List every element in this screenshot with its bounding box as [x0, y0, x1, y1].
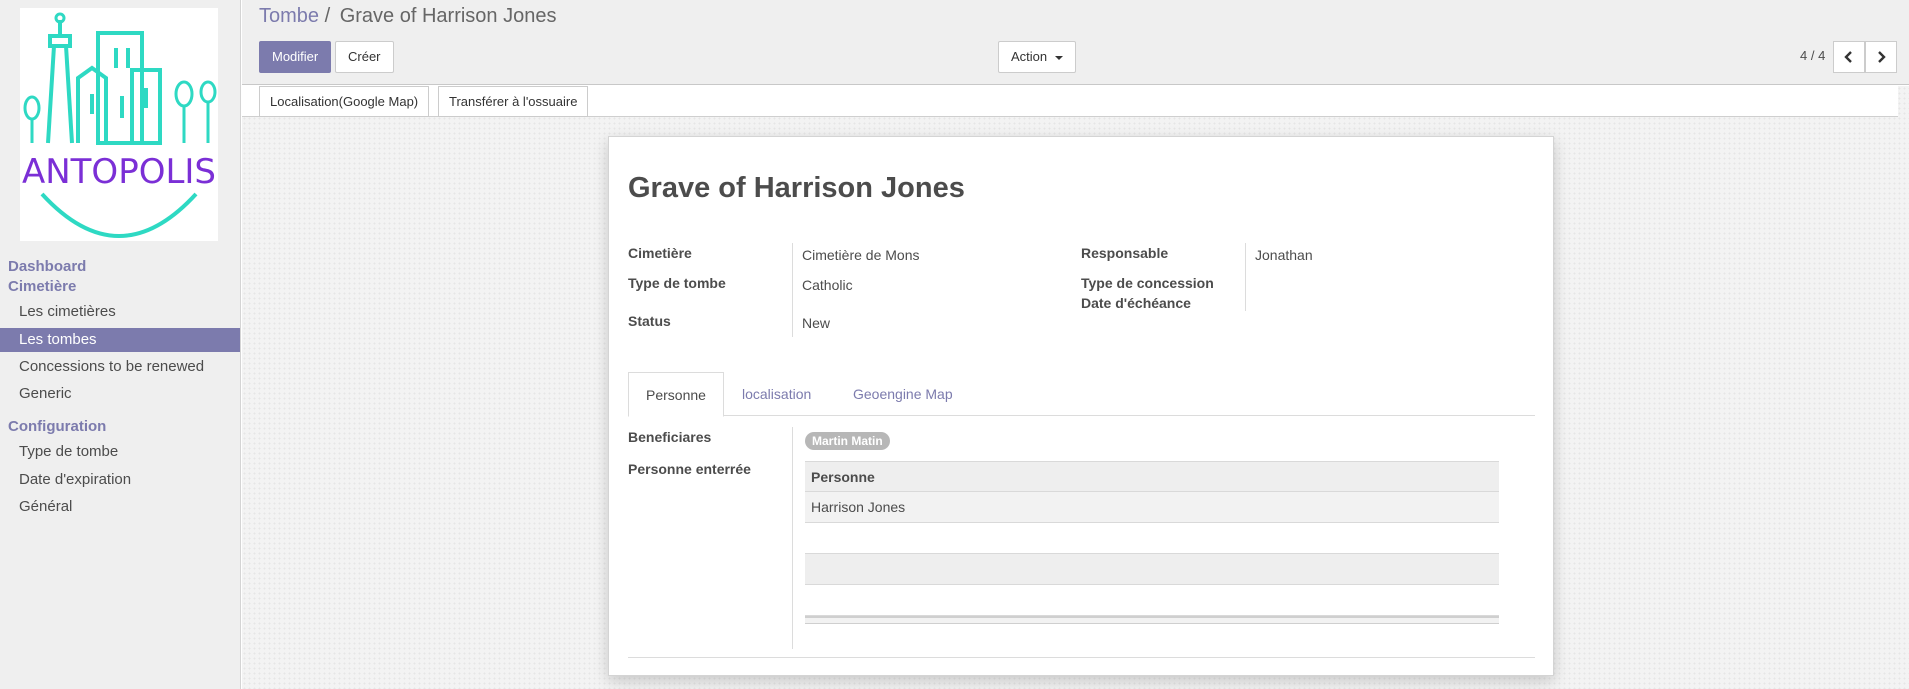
- sidebar-item-les-cimetieres[interactable]: Les cimetières: [0, 300, 240, 324]
- personne-enterree-label: Personne enterrée: [628, 461, 751, 477]
- status-label: Status: [628, 313, 671, 329]
- menu-section-dashboard[interactable]: Dashboard: [8, 258, 86, 275]
- cimetiere-value[interactable]: Cimetière de Mons: [802, 247, 920, 263]
- antopolis-logo-graphic: ANTOPOLIS: [22, 12, 217, 238]
- action-label: Action: [1011, 49, 1048, 64]
- sidebar-item-generic[interactable]: Generic: [0, 382, 240, 406]
- tab-content-divider: [792, 427, 793, 649]
- beneficiary-tag[interactable]: Martin Matin: [805, 432, 890, 450]
- breadcrumb-parent-link[interactable]: Tombe: [259, 5, 319, 27]
- antopolis-logo[interactable]: ANTOPOLIS: [20, 8, 218, 241]
- sidebar-item-general[interactable]: Général: [0, 495, 240, 519]
- menu-section-configuration: Configuration: [8, 418, 107, 435]
- type-de-concession-label: Type de concession: [1081, 275, 1214, 291]
- right-group-divider: [1245, 243, 1246, 311]
- breadcrumb: Tombe / Grave of Harrison Jones: [259, 5, 556, 28]
- buried-persons-table: Personne Harrison Jones: [805, 461, 1499, 624]
- pager-previous-button[interactable]: [1833, 41, 1865, 73]
- tab-personne[interactable]: Personne: [628, 372, 724, 417]
- table-row[interactable]: Harrison Jones: [805, 492, 1499, 523]
- form-statusbar: Localisation(Google Map) Transférer à l'…: [242, 86, 1898, 117]
- google-map-location-button[interactable]: Localisation(Google Map): [259, 86, 430, 117]
- logo-text: ANTOPOLIS: [22, 152, 216, 192]
- left-group-divider: [792, 243, 793, 337]
- record-title: Grave of Harrison Jones: [628, 172, 965, 204]
- action-dropdown-button[interactable]: Action: [998, 41, 1076, 73]
- control-panel: Tombe / Grave of Harrison Jones Modifier…: [242, 0, 1909, 85]
- create-button[interactable]: Créer: [335, 41, 394, 73]
- cimetiere-label: Cimetière: [628, 245, 692, 261]
- table-footer: [805, 616, 1499, 624]
- responsable-label: Responsable: [1081, 245, 1169, 261]
- responsable-value[interactable]: Jonathan: [1255, 247, 1313, 263]
- chevron-right-icon: [1878, 51, 1886, 63]
- sheet-bottom-divider: [628, 657, 1535, 658]
- tab-localisation[interactable]: localisation: [725, 372, 828, 416]
- chevron-left-icon: [1844, 51, 1852, 63]
- sidebar: ANTOPOLIS Dashboard Cimetière Les cimeti…: [0, 0, 241, 689]
- edit-button[interactable]: Modifier: [259, 41, 332, 73]
- sidebar-item-type-de-tombe[interactable]: Type de tombe: [0, 440, 240, 464]
- notebook-tabs: Personne localisation Geoengine Map: [628, 372, 1535, 417]
- sidebar-item-date-d-expiration[interactable]: Date d'expiration: [0, 468, 240, 492]
- form-view: Localisation(Google Map) Transférer à l'…: [242, 86, 1909, 689]
- breadcrumb-current: Grave of Harrison Jones: [339, 5, 557, 27]
- date-d-echeance-label: Date d'échéance: [1081, 295, 1191, 311]
- pager-value[interactable]: 4 / 4: [1800, 48, 1825, 63]
- pager-next-button[interactable]: [1865, 41, 1897, 73]
- type-de-tombe-label: Type de tombe: [628, 275, 726, 291]
- status-value: New: [802, 315, 831, 331]
- type-de-tombe-value[interactable]: Catholic: [802, 277, 853, 293]
- table-row-empty: [805, 523, 1499, 554]
- transfer-to-ossuary-button[interactable]: Transférer à l'ossuaire: [438, 86, 589, 117]
- table-row-empty: [805, 554, 1499, 585]
- menu-section-cimetiere: Cimetière: [8, 278, 77, 295]
- form-sheet: Grave of Harrison Jones Cimetière Cimeti…: [608, 136, 1554, 676]
- sidebar-item-les-tombes[interactable]: Les tombes: [0, 328, 240, 352]
- caret-down-icon: [1054, 55, 1063, 60]
- table-row-empty: [805, 585, 1499, 616]
- breadcrumb-separator: /: [324, 5, 331, 27]
- tab-geoengine-map[interactable]: Geoengine Map: [836, 372, 970, 416]
- table-header-personne[interactable]: Personne: [805, 461, 1499, 492]
- beneficiaires-label: Beneficiares: [628, 429, 712, 445]
- sidebar-item-concessions-to-be-renewed[interactable]: Concessions to be renewed: [0, 355, 240, 379]
